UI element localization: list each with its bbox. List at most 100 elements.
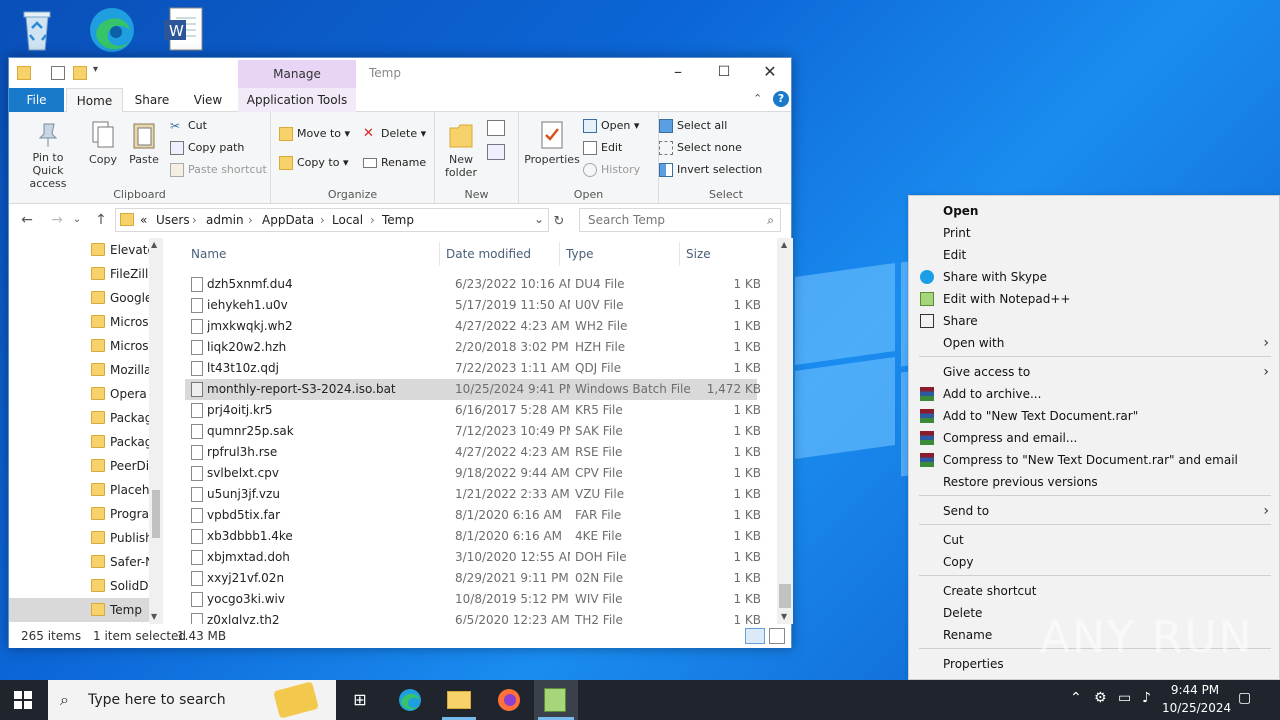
qat-dropdown-icon[interactable]: ▾ xyxy=(93,64,98,75)
table-row[interactable]: xxyj21vf.02n 8/29/2021 9:11 PM 02N File 1 K… xyxy=(185,568,761,589)
menu-send-to[interactable]: Send to › xyxy=(909,500,1279,522)
menu-add-archive[interactable]: Add to archive... xyxy=(909,383,1279,405)
table-row[interactable]: liqk20w2.hzh 2/20/2018 3:02 PM HZH File 1 K… xyxy=(185,337,761,358)
word-document-icon[interactable]: W xyxy=(160,6,216,62)
address-dropdown-icon[interactable]: ⌄ xyxy=(534,212,544,226)
recent-locations-chevron-icon[interactable]: ⌄ xyxy=(67,210,87,230)
nav-item[interactable]: Publish xyxy=(89,526,149,550)
move-to-button[interactable]: Move to ▾ xyxy=(279,124,350,144)
table-row[interactable]: yocgo3ki.wiv 10/8/2019 5:12 PM WIV File 1 K… xyxy=(185,589,761,610)
nav-item[interactable]: FileZilla xyxy=(89,262,149,286)
nav-item[interactable]: Microsc xyxy=(89,334,149,358)
edge-taskbar-icon[interactable] xyxy=(398,688,422,712)
minimize-button[interactable]: – xyxy=(655,58,701,88)
manage-contextual-tab[interactable]: Manage xyxy=(238,60,356,88)
table-row[interactable]: lt43t10z.qdj 7/22/2023 1:11 AM QDJ File 1 K… xyxy=(185,358,761,379)
recycle-bin-icon[interactable] xyxy=(12,4,68,60)
new-item-icon[interactable] xyxy=(487,120,505,136)
table-row[interactable]: u5unj3jf.vzu 1/21/2022 2:33 AM VZU File 1 K… xyxy=(185,484,761,505)
details-view-icon[interactable] xyxy=(745,628,765,644)
nav-item[interactable]: Temp xyxy=(89,598,149,622)
scroll-down-icon[interactable]: ▼ xyxy=(151,612,157,621)
nav-item[interactable]: Mozilla xyxy=(89,358,149,382)
file-list-scrollbar[interactable]: ▲ ▼ xyxy=(777,238,793,624)
scroll-up-icon[interactable]: ▲ xyxy=(781,240,787,249)
table-row[interactable]: jmxkwqkj.wh2 4/27/2022 4:23 AM WH2 File 1 K… xyxy=(185,316,761,337)
easy-access-icon[interactable] xyxy=(487,144,505,160)
tab-share[interactable]: Share xyxy=(127,88,177,112)
paste-button[interactable]: Paste xyxy=(125,120,163,166)
help-icon[interactable]: ? xyxy=(773,91,789,107)
menu-compress-rar-email[interactable]: Compress to "New Text Document.rar" and … xyxy=(909,449,1279,471)
select-all-button[interactable]: Select all xyxy=(659,116,727,136)
up-arrow-icon[interactable]: ↑ xyxy=(91,210,111,230)
close-button[interactable]: ✕ xyxy=(747,58,793,88)
menu-print[interactable]: Print xyxy=(909,222,1279,244)
volume-icon[interactable]: ♪ xyxy=(1142,690,1151,706)
nav-item[interactable]: SolidDc xyxy=(89,574,149,598)
tab-application-tools[interactable]: Application Tools xyxy=(238,88,356,112)
menu-share-skype[interactable]: Share with Skype xyxy=(909,266,1279,288)
security-tray-icon[interactable]: ⚙ xyxy=(1094,690,1107,706)
nav-item[interactable]: Packag xyxy=(89,406,149,430)
new-folder-button[interactable]: New folder xyxy=(441,120,481,179)
table-row[interactable]: vpbd5tix.far 8/1/2020 6:16 AM FAR File 1 KB xyxy=(185,505,761,526)
properties-button[interactable]: Properties xyxy=(523,120,581,166)
tab-view[interactable]: View xyxy=(183,88,233,112)
menu-open-with[interactable]: Open with › xyxy=(909,332,1279,354)
menu-cut[interactable]: Cut xyxy=(909,529,1279,551)
pin-quick-access-button[interactable]: Pin to Quick access xyxy=(13,120,83,190)
history-button[interactable]: History xyxy=(583,160,640,180)
copy-to-button[interactable]: Copy to ▾ xyxy=(279,153,348,173)
rename-button[interactable]: Rename xyxy=(363,153,426,173)
menu-give-access[interactable]: Give access to › xyxy=(909,361,1279,383)
taskbar-search-input[interactable]: ⌕ Type here to search xyxy=(48,680,336,720)
nav-pane-scrollbar[interactable]: ▲ ▼ xyxy=(149,238,163,624)
breadcrumb-appdata[interactable]: AppData xyxy=(262,213,314,227)
nav-item[interactable]: Packag xyxy=(89,430,149,454)
table-row[interactable]: z0xlqlyz.th2 6/5/2020 12:23 AM TH2 File 1 K… xyxy=(185,610,761,624)
properties-qat-icon[interactable] xyxy=(51,66,65,80)
nav-item[interactable]: Safer-N xyxy=(89,550,149,574)
clock-time[interactable]: 9:44 PM xyxy=(1162,683,1228,697)
refresh-icon[interactable]: ↻ xyxy=(549,212,569,232)
nav-item[interactable]: Microsc xyxy=(89,310,149,334)
firefox-icon[interactable] xyxy=(497,688,521,712)
table-row-selected[interactable]: monthly-report-S3-2024.iso.bat 10/25/2024… xyxy=(185,379,761,400)
menu-edit[interactable]: Edit xyxy=(909,244,1279,266)
edit-button[interactable]: Edit xyxy=(583,138,622,158)
back-arrow-icon[interactable]: ← xyxy=(17,210,37,230)
invert-selection-button[interactable]: Invert selection xyxy=(659,160,762,180)
nav-item[interactable]: Opera xyxy=(89,382,149,406)
tab-file[interactable]: File xyxy=(9,88,64,112)
file-explorer-taskbar-icon[interactable] xyxy=(447,691,471,709)
table-row[interactable]: dzh5xnmf.du4 6/23/2022 10:16 AM DU4 File 1 … xyxy=(185,274,761,295)
menu-add-rar[interactable]: Add to "New Text Document.rar" xyxy=(909,405,1279,427)
open-button[interactable]: Open ▾ xyxy=(583,116,639,136)
delete-button[interactable]: ✕ Delete ▾ xyxy=(363,124,426,144)
table-row[interactable]: prj4oitj.kr5 6/16/2017 5:28 AM KR5 File 1 K… xyxy=(185,400,761,421)
table-row[interactable]: qumnr25p.sak 7/12/2023 10:49 PM SAK File 1 … xyxy=(185,421,761,442)
nav-item[interactable]: Progran xyxy=(89,502,149,526)
breadcrumb-local[interactable]: Local xyxy=(332,213,363,227)
nav-item[interactable]: Google xyxy=(89,286,149,310)
column-header-name[interactable]: Name xyxy=(185,242,440,266)
menu-open[interactable]: Open xyxy=(909,200,1279,222)
breadcrumb-admin[interactable]: admin xyxy=(206,213,244,227)
nav-item[interactable]: Placeho xyxy=(89,478,149,502)
address-bar[interactable]: « Users › admin › AppData › Local › Temp… xyxy=(115,208,549,232)
table-row[interactable]: xbjmxtad.doh 3/10/2020 12:55 AM DOH File 1 … xyxy=(185,547,761,568)
scroll-up-icon[interactable]: ▲ xyxy=(151,240,157,249)
table-row[interactable]: rpfrul3h.rse 4/27/2022 4:23 AM RSE File 1 K… xyxy=(185,442,761,463)
maximize-button[interactable]: ☐ xyxy=(701,58,747,88)
menu-copy[interactable]: Copy xyxy=(909,551,1279,573)
paste-shortcut-button[interactable]: Paste shortcut xyxy=(170,160,267,180)
menu-share[interactable]: Share xyxy=(909,310,1279,332)
task-view-icon[interactable]: ⊞ xyxy=(348,688,372,712)
notepadpp-taskbar-button[interactable] xyxy=(534,680,578,720)
clock-date[interactable]: 10/25/2024 xyxy=(1162,701,1231,715)
windows-start-icon[interactable] xyxy=(14,691,32,709)
select-none-button[interactable]: Select none xyxy=(659,138,742,158)
file-scroll-thumb-visible[interactable] xyxy=(779,584,791,608)
breadcrumb-overflow[interactable]: « xyxy=(140,213,147,227)
